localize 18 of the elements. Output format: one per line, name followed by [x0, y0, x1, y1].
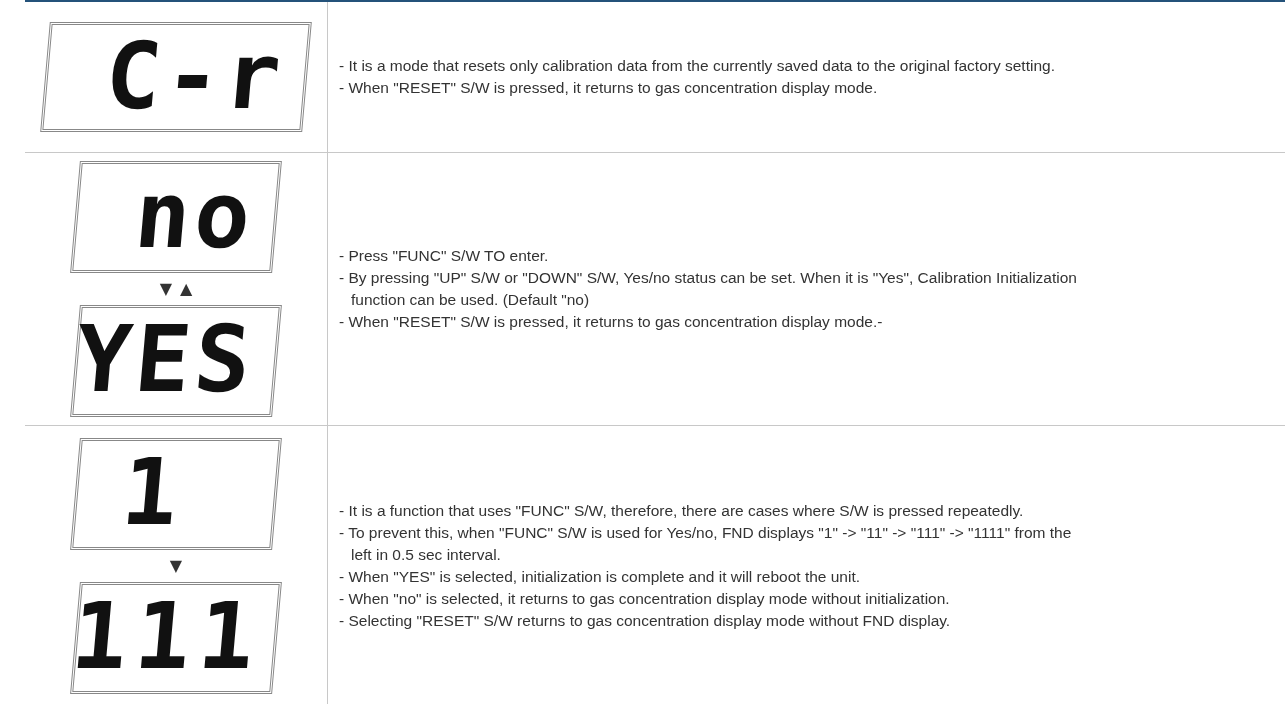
arrow-icon: ▼	[159, 281, 172, 297]
note-text: - By pressing "UP" S/W or "DOWN" S/W, Yes/no status can be set. When it is "Yes", Calibration Initialization function can be used. (Default "no)	[339, 268, 1078, 310]
segment-display: no	[70, 161, 282, 273]
note-text: - When "YES" is selected, initialization is complete and it will reboot the unit.	[339, 567, 862, 587]
segment-display: 111	[70, 582, 282, 694]
segment-display: 1	[70, 438, 282, 550]
arrow-icon: ▼	[169, 558, 183, 574]
note-text: - It is a mode that resets only calibration data from the currently saved data to the original factory setting.	[339, 56, 1056, 76]
note-text: - Selecting "RESET" S/W returns to gas concentration display mode without FND display.	[339, 611, 952, 631]
arrow-icon: ▲	[180, 281, 193, 297]
note-text: - To prevent this, when "FUNC" S/W is used for Yes/no, FND displays "1" -> "11" -> "111" -> "1111" from the left in 0.5 sec interval.	[339, 523, 1073, 565]
segment-display: C-r	[40, 22, 312, 132]
segment-display: YES	[70, 305, 282, 417]
note-text: - Press "FUNC" S/W TO enter.	[339, 246, 550, 266]
note-text: - When "RESET" S/W is pressed, it returns to gas concentration display mode.	[339, 78, 879, 98]
note-text: - It is a function that uses "FUNC" S/W, therefore, there are cases where S/W is pressed repeatedly.	[339, 501, 1025, 521]
note-text: - When "RESET" S/W is pressed, it returns to gas concentration display mode.-	[339, 312, 884, 332]
note-text: - When "no" is selected, it returns to gas concentration display mode without initialization.	[339, 589, 951, 609]
